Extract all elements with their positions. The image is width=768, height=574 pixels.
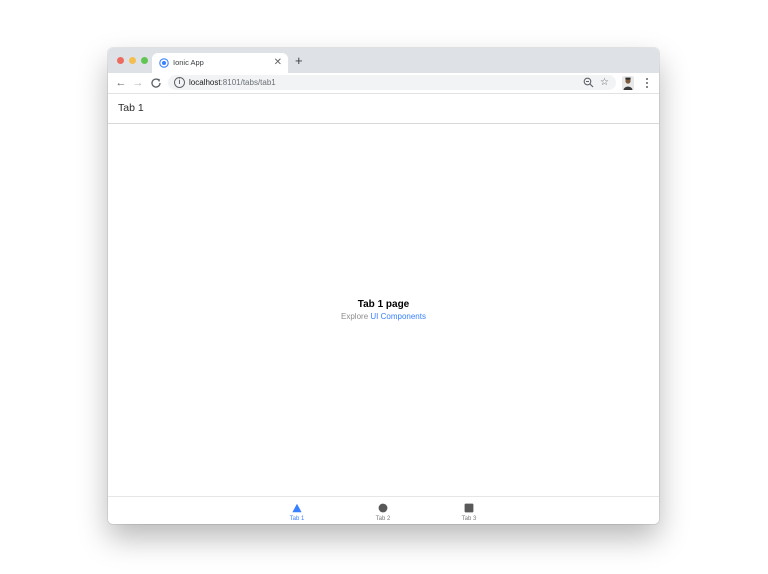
reload-icon[interactable] bbox=[149, 76, 163, 90]
window-minimize-button[interactable] bbox=[129, 57, 136, 64]
profile-avatar-icon[interactable] bbox=[622, 76, 634, 90]
address-url[interactable]: localhost:8101/tabs/tab1 bbox=[189, 77, 276, 88]
browser-window: Ionic App ✕ + ← → i localhost:8101/tabs/… bbox=[108, 48, 659, 524]
browser-tab-title: Ionic App bbox=[173, 58, 204, 67]
ui-components-link[interactable]: UI Components bbox=[370, 312, 426, 321]
tab-3-button[interactable]: Tab 3 bbox=[439, 497, 499, 524]
back-arrow-icon[interactable]: ← bbox=[114, 76, 128, 90]
address-bar[interactable]: i localhost:8101/tabs/tab1 ☆ bbox=[168, 75, 616, 90]
page-title: Tab 1 bbox=[118, 102, 144, 114]
site-info-icon[interactable]: i bbox=[174, 77, 185, 88]
forward-arrow-icon[interactable]: → bbox=[131, 76, 145, 90]
square-icon bbox=[464, 503, 474, 513]
browser-tab-active[interactable]: Ionic App ✕ bbox=[152, 53, 288, 73]
ellipse-icon bbox=[378, 503, 388, 513]
browser-toolbar: ← → i localhost:8101/tabs/tab1 ☆ bbox=[108, 73, 659, 94]
ionic-favicon-icon bbox=[159, 58, 169, 68]
window-close-button[interactable] bbox=[117, 57, 124, 64]
explore-text: Explore UI Components bbox=[108, 311, 659, 322]
content-container: Tab 1 page Explore UI Components bbox=[108, 298, 659, 322]
window-maximize-button[interactable] bbox=[141, 57, 148, 64]
tab-bar: Tab 1 Tab 2 Tab 3 bbox=[108, 496, 659, 524]
tab-2-label: Tab 2 bbox=[375, 516, 391, 522]
browser-menu-icon[interactable] bbox=[644, 76, 650, 90]
content-heading: Tab 1 page bbox=[357, 299, 410, 310]
tab-1-button[interactable]: Tab 1 bbox=[267, 497, 327, 524]
tab-3-label: Tab 3 bbox=[461, 516, 477, 522]
url-path: :8101/tabs/tab1 bbox=[220, 78, 276, 87]
bookmark-star-icon[interactable]: ☆ bbox=[600, 75, 609, 90]
tab-2-button[interactable]: Tab 2 bbox=[353, 497, 413, 524]
tab-close-icon[interactable]: ✕ bbox=[274, 56, 282, 70]
url-host: localhost bbox=[189, 78, 221, 87]
triangle-icon bbox=[292, 503, 302, 513]
new-tab-icon[interactable]: + bbox=[295, 53, 303, 69]
tab-1-label: Tab 1 bbox=[289, 516, 305, 522]
app-header: Tab 1 bbox=[108, 94, 659, 124]
browser-titlebar: Ionic App ✕ + bbox=[108, 48, 659, 73]
main-content: Tab 1 page Explore UI Components bbox=[108, 124, 659, 496]
zoom-out-icon[interactable] bbox=[583, 77, 594, 88]
explore-prefix: Explore bbox=[341, 312, 371, 321]
